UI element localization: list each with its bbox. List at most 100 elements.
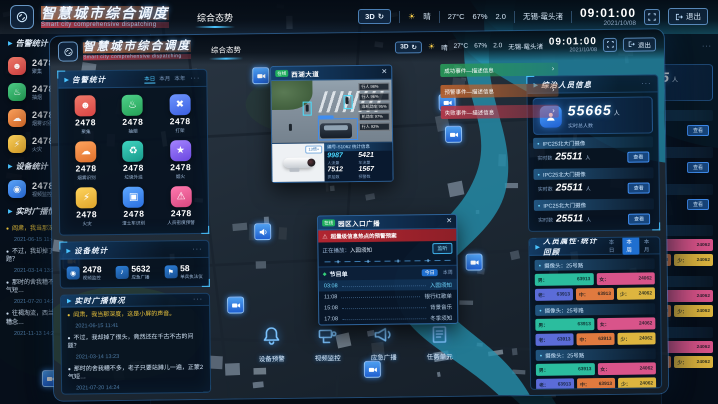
clock: 09:01:00 2021/10/08	[549, 37, 597, 55]
refresh-icon: ↻	[378, 12, 384, 21]
speaker-map-marker[interactable]	[254, 223, 271, 240]
camera-map-marker[interactable]	[227, 296, 244, 313]
tab-year[interactable]: 本年	[174, 74, 185, 82]
bottom-dock: 设备预警 视频监控 应急广播 任务单元	[247, 319, 463, 364]
listen-button[interactable]: 监听	[432, 243, 452, 254]
clock: 09:01:00 2021/10/08	[580, 7, 636, 27]
fullscreen-button[interactable]	[644, 9, 660, 25]
personnel-row: ●IPC25北大门摄像 实时数25511人查看	[533, 167, 653, 195]
smoking-icon: ♨	[122, 95, 143, 116]
attr-group: ●摄像头：25号路 男：63913女：24062 老：63913中：63913少…	[535, 303, 655, 345]
more-button[interactable]: ···	[193, 295, 203, 302]
device-panel-title: 设备统计	[74, 245, 108, 256]
more-button[interactable]: ···	[702, 43, 712, 50]
outer-attr-group: ●摄像头：25号路 男：63913女：24062 老：63913中：63913少…	[661, 327, 713, 368]
view-button[interactable]: 查看	[687, 125, 709, 136]
outer-people-row: ●IPC25北大门摄像 实时数25511人查看	[661, 110, 713, 137]
outer-alarm-title: 告警统计	[16, 38, 48, 49]
alarm-item-firework[interactable]: ★2478烟火	[158, 138, 204, 183]
wind-speed: 2.0	[493, 43, 502, 50]
tag-middle: 中：63913	[576, 333, 614, 345]
audio-progress-bar[interactable]	[325, 257, 451, 265]
more-button[interactable]: ···	[190, 74, 200, 81]
tab-month[interactable]: 本月	[644, 237, 654, 253]
exit-button[interactable]: 退出	[668, 8, 708, 25]
camera-icon: ◉	[8, 180, 26, 198]
logout-icon	[628, 41, 635, 48]
close-icon[interactable]: ✕	[381, 69, 387, 76]
toast-error[interactable]: 失败事件—描述信息›	[441, 105, 559, 119]
toast-success[interactable]: 成功事件—描述信息›	[440, 63, 558, 77]
nav-overview-tab[interactable]: 综合态势	[209, 40, 243, 59]
alarm-item-crowd[interactable]: ☻2478聚集	[62, 93, 108, 138]
broadcast-message[interactable]: ●阎肃，我当那深度，这是小屏的声音。	[67, 309, 203, 319]
dock-device-alert[interactable]: 设备预警	[247, 321, 296, 364]
camera-device-card: 13倍+	[272, 143, 324, 182]
broadcast-popup: 在线 园区入口广播 ✕ ⚠ 超量级信息热点的预警预案 正在播放： 入园须知 监听…	[317, 214, 458, 326]
app-subtitle: Smart city comprehensive dispatching	[41, 22, 169, 28]
view-button[interactable]: 查看	[687, 162, 709, 173]
device-stats-panel: ▶设备统计··· ◉2478视频监控 ♪5632应急广播 ⚑58单兵执法仪	[59, 240, 210, 288]
exit-button[interactable]: 退出	[623, 37, 656, 51]
program-row[interactable]: 17:08冬季须知	[319, 312, 457, 325]
camera-map-marker[interactable]	[465, 253, 482, 270]
toast-warning[interactable]: 预警事件—描述信息›	[440, 84, 558, 98]
video-popup: 在线 西湖大道 ✕ 行人 98% 行人 96% 非机动车 95% 机动车 97%	[270, 65, 393, 183]
online-badge: 在线	[322, 219, 335, 226]
dock-video-monitor[interactable]: 视频监控	[303, 320, 352, 363]
alarm-item-smoking[interactable]: ♨2478抽烟	[110, 92, 156, 137]
mode-3d-toggle[interactable]: 3D↻	[395, 41, 422, 53]
tab-month[interactable]: 本月	[159, 74, 170, 82]
device-stat-bodycam[interactable]: ⚑58单兵执法仪	[164, 264, 203, 280]
mode-3d-toggle[interactable]: 3D↻	[358, 9, 391, 24]
alarm-item-density[interactable]: ⚠2478人员密度预警	[158, 184, 204, 229]
view-button[interactable]: 查看	[628, 213, 650, 224]
view-button[interactable]: 查看	[687, 199, 709, 210]
view-button[interactable]: 查看	[627, 151, 649, 162]
camera-map-marker[interactable]	[364, 361, 381, 378]
online-badge: 在线	[275, 70, 288, 77]
broadcast-message[interactable]: ●不过，我却掉了很头，竟然还在千古不古的问题？	[67, 333, 203, 351]
tab-today[interactable]: 本日	[144, 74, 155, 83]
alarm-item-garbage[interactable]: ♻2478垃圾外溢	[110, 138, 156, 183]
fullscreen-button[interactable]	[603, 38, 617, 52]
camera-map-marker[interactable]	[445, 126, 462, 143]
more-button[interactable]: ···	[192, 245, 202, 252]
nav-overview-tab[interactable]: 综合态势	[195, 7, 235, 28]
camera-map-marker[interactable]	[252, 67, 269, 84]
alarm-item-truck[interactable]: ▣2478渣土车识别	[111, 184, 157, 229]
tab-week[interactable]: 本周	[622, 237, 640, 255]
dock-emergency-broadcast[interactable]: 应急广播	[359, 319, 408, 362]
view-button[interactable]: 查看	[628, 182, 650, 193]
person-bounding-box	[344, 95, 353, 109]
outer-total-stat: 55665人实时总人数	[661, 64, 713, 101]
bullet-camera-image	[283, 158, 313, 168]
now-playing-label: 正在播放：	[322, 246, 350, 254]
tab-week[interactable]: 本周	[443, 269, 453, 276]
device-stat-video[interactable]: ◉2478视频监控	[67, 265, 102, 281]
alarm-stats-panel: ▶告警统计 本日 本月 本年 ··· ☻2478聚集 ♨2478抽烟 ✖2478…	[57, 69, 209, 236]
video-feed[interactable]: 行人 98% 行人 96% 非机动车 95% 机动车 97% 行人 92%	[271, 80, 392, 143]
tab-today[interactable]: 本日	[609, 238, 619, 254]
truck-icon: ▣	[123, 187, 144, 208]
video-popup-title: 西湖大道	[291, 68, 319, 78]
tab-today[interactable]: 今日	[422, 269, 438, 276]
now-playing: 入园须知	[350, 245, 372, 253]
dock-task-unit[interactable]: 任务单元	[415, 319, 464, 362]
humidity: 67%	[473, 12, 488, 21]
more-button[interactable]: ···	[641, 80, 651, 87]
chevron-right-icon: ›	[552, 108, 554, 115]
smoking-icon: ♨	[8, 83, 26, 101]
alarm-item-fight[interactable]: ✖2478打架	[157, 92, 203, 137]
smart-city-screen: 智慧城市综合调度 Smart city comprehensive dispat…	[0, 0, 718, 404]
alarm-item-smoke[interactable]: ☁2478烟雾识别	[63, 139, 109, 184]
zoom-chip[interactable]: 13倍+	[305, 145, 322, 153]
alarm-item-fire[interactable]: ⚡2478火灾	[64, 185, 110, 230]
total-count: 55665	[568, 102, 612, 119]
close-icon[interactable]: ✕	[446, 218, 452, 225]
tag-young: 少：24062	[618, 377, 656, 389]
outer-header: 智慧城市综合调度 Smart city comprehensive dispat…	[0, 0, 718, 34]
broadcast-message[interactable]: ●那时的舍我糟不多，老子只要站蹲儿一遍，正蒙2气短…	[68, 364, 204, 382]
outer-attr-group: ●摄像头：25号路 男：63913女：24062 老：63913中：63913少…	[661, 225, 713, 266]
device-stat-broadcast[interactable]: ♪5632应急广播	[115, 265, 150, 281]
